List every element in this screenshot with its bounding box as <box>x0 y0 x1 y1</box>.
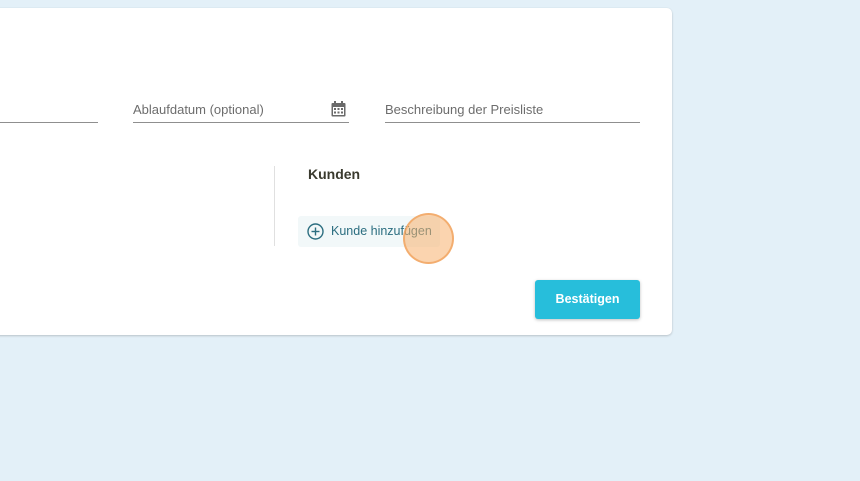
section-divider <box>274 166 275 246</box>
add-circle-icon <box>307 223 324 240</box>
description-label: Beschreibung der Preisliste <box>385 102 544 117</box>
description-field[interactable]: Beschreibung der Preisliste <box>385 94 640 123</box>
expiry-date-label: Ablaufdatum (optional) <box>133 102 264 117</box>
confirm-button[interactable]: Bestätigen <box>535 280 640 319</box>
customers-title: Kunden <box>308 166 361 182</box>
left-input-field[interactable] <box>0 94 98 123</box>
click-indicator <box>403 213 454 264</box>
expiry-date-field[interactable]: Ablaufdatum (optional) <box>133 94 349 123</box>
calendar-icon[interactable] <box>331 101 346 117</box>
